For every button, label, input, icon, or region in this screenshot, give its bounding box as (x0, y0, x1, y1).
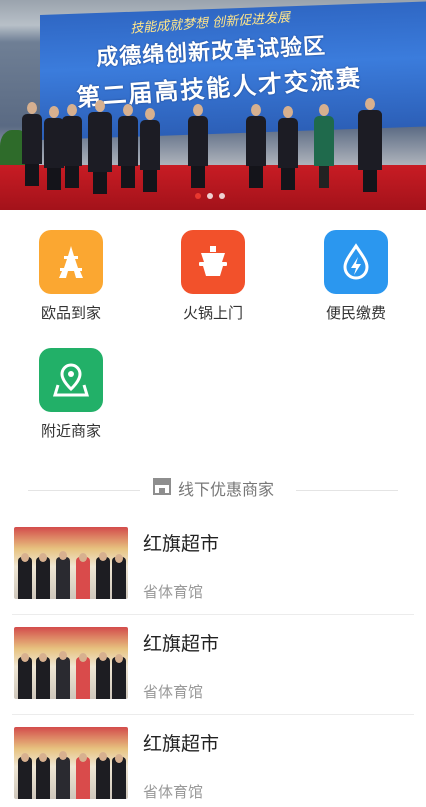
tower-icon (39, 230, 103, 294)
category-label: 附近商家 (40, 422, 101, 440)
carousel-dot-3[interactable] (219, 193, 225, 199)
merchant-address: 省体育馆 (143, 683, 204, 701)
hotpot-icon (181, 230, 245, 294)
merchant-name: 红旗超市 (143, 633, 220, 655)
list-item[interactable]: 红旗超市 省体育馆 (12, 615, 414, 715)
carousel-indicator (195, 193, 225, 199)
merchant-thumbnail (14, 727, 128, 799)
water-drop-bolt-icon (324, 230, 388, 294)
category-bian-min-jiao-fei[interactable]: 便民缴费 (306, 230, 406, 323)
merchant-address: 省体育馆 (143, 783, 204, 801)
carousel-dot-2[interactable] (207, 193, 213, 199)
merchant-thumbnail (14, 527, 128, 599)
carousel-dot-1[interactable] (195, 193, 201, 199)
category-ou-pin-dao-jia[interactable]: 欧品到家 (21, 230, 121, 323)
merchant-name: 红旗超市 (143, 533, 220, 555)
merchant-thumbnail (14, 627, 128, 699)
section-header: 线下优惠商家 (0, 476, 426, 500)
list-item[interactable]: 红旗超市 省体育馆 (12, 515, 414, 615)
section-title: 线下优惠商家 (177, 480, 274, 499)
divider-right (296, 490, 398, 491)
list-item[interactable]: 红旗超市 省体育馆 (12, 715, 414, 807)
map-pin-icon (39, 348, 103, 412)
banner-carousel[interactable]: 技能成就梦想 创新促进发展 成德绵创新改革试验区 第二届高技能人才交流赛 (0, 0, 426, 210)
merchant-list: 红旗超市 省体育馆 红旗超市 省体育馆 红旗超市 省体育馆 (0, 515, 426, 807)
divider-left (28, 490, 140, 491)
shop-icon (152, 477, 172, 499)
category-label: 便民缴费 (325, 304, 386, 322)
category-label: 欧品到家 (40, 304, 101, 322)
category-fu-jin-shang-jia[interactable]: 附近商家 (21, 348, 121, 441)
banner-people (0, 0, 426, 210)
merchant-name: 红旗超市 (143, 733, 220, 755)
category-label: 火锅上门 (182, 304, 243, 322)
category-huo-guo-shang-men[interactable]: 火锅上门 (163, 230, 263, 323)
merchant-address: 省体育馆 (143, 583, 204, 601)
